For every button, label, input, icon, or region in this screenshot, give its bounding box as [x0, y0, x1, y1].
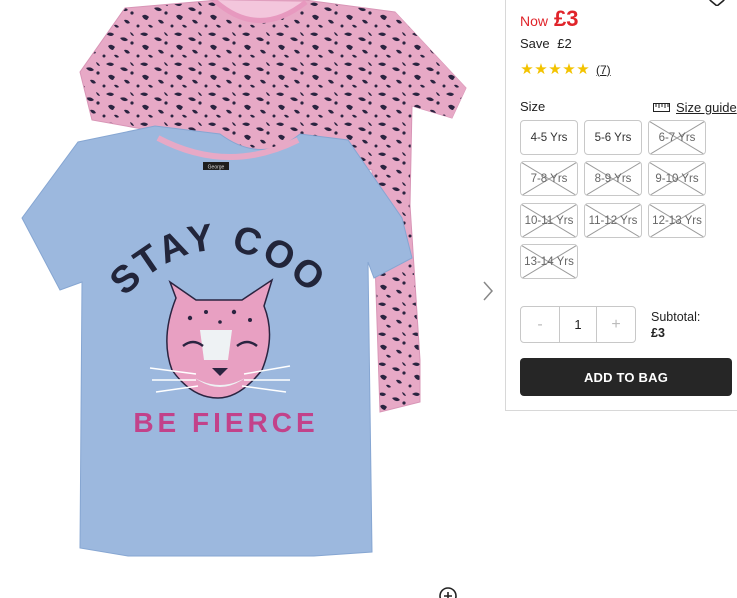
size-guide-link[interactable]: Size guide — [653, 100, 737, 115]
save-amount: £2 — [557, 36, 572, 51]
size-option-unavailable[interactable]: 6-7 Yrs — [648, 120, 706, 155]
price-now: £3 — [554, 6, 579, 31]
size-option-unavailable[interactable]: 11-12 Yrs — [584, 203, 642, 238]
subtotal-value: £3 — [651, 326, 665, 340]
star-icon: ★ — [562, 61, 576, 78]
quantity-input[interactable]: 1 — [559, 307, 597, 342]
review-count-link[interactable]: (7) — [596, 63, 611, 77]
price: Now £3 — [520, 6, 579, 32]
svg-text:BE FIERCE: BE FIERCE — [133, 407, 318, 438]
star-icon: ★ — [548, 61, 562, 78]
save-label: Save — [520, 36, 550, 51]
chevron-right-icon — [483, 281, 494, 301]
size-option-unavailable[interactable]: 9-10 Yrs — [648, 161, 706, 196]
next-image-button[interactable] — [476, 276, 500, 306]
size-option[interactable]: 4-5 Yrs — [520, 120, 578, 155]
subtotal: Subtotal: £3 — [651, 309, 700, 341]
ruler-icon — [653, 103, 670, 112]
size-option[interactable]: 5-6 Yrs — [584, 120, 642, 155]
star-icon: ★ — [520, 61, 534, 78]
size-option-unavailable[interactable]: 12-13 Yrs — [648, 203, 706, 238]
add-to-bag-button[interactable]: ADD TO BAG — [520, 358, 732, 396]
zoom-in-icon[interactable] — [438, 586, 458, 598]
size-option-unavailable[interactable]: 13-14 Yrs — [520, 244, 578, 279]
star-icon: ★ — [576, 61, 590, 78]
price-now-label: Now — [520, 13, 549, 29]
size-option-unavailable[interactable]: 10-11 Yrs — [520, 203, 578, 238]
size-option-unavailable[interactable]: 8-9 Yrs — [584, 161, 642, 196]
size-option-unavailable[interactable]: 7-8 Yrs — [520, 161, 578, 196]
size-guide-label: Size guide — [676, 100, 737, 115]
size-label: Size — [520, 99, 546, 114]
svg-text:George: George — [208, 165, 225, 171]
heart-icon[interactable] — [706, 0, 728, 8]
subtotal-label: Subtotal: — [651, 310, 701, 324]
quantity-stepper: - 1 + — [520, 306, 636, 343]
product-photo: George STAY COOL BE FIERCE — [0, 0, 467, 557]
rating[interactable]: ★ ★ ★ ★ ★ (7) — [520, 61, 611, 78]
quantity-increase-button[interactable]: + — [597, 307, 635, 342]
quantity-decrease-button[interactable]: - — [521, 307, 559, 342]
star-icon: ★ — [534, 61, 548, 78]
price-saving: Save £2 — [520, 36, 572, 51]
product-image[interactable]: George STAY COOL BE FIERCE — [0, 0, 505, 598]
